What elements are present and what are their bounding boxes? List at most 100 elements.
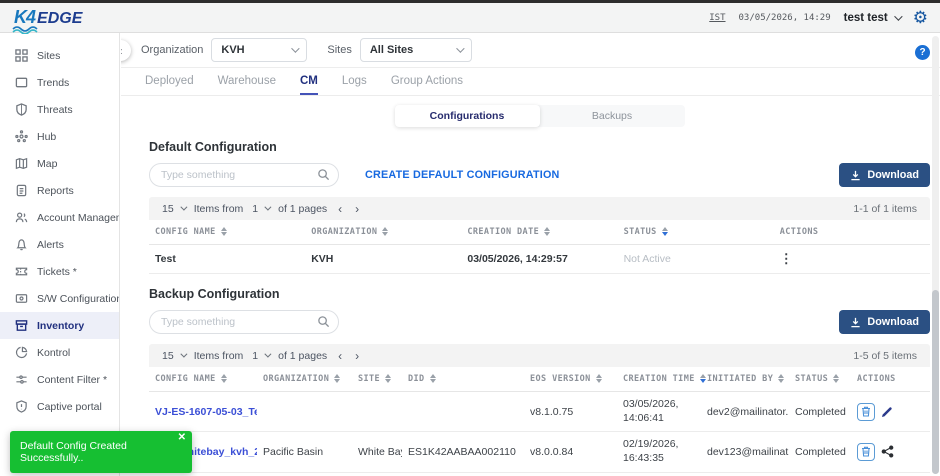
- table-row: Test KVH 03/05/2026, 14:29:57 Not Active…: [149, 245, 930, 274]
- edit-button[interactable]: [881, 406, 893, 418]
- page-size-select[interactable]: 15: [162, 203, 185, 215]
- chevron-down-icon: [456, 44, 464, 52]
- cell-initiated-by: dev123@mailinat...: [701, 432, 789, 472]
- scrollbar-thumb[interactable]: [932, 290, 939, 474]
- sidebar-nav: Sites Trends Threats Hub Map Reports Acc…: [0, 33, 120, 476]
- prev-page-button[interactable]: ‹: [336, 349, 344, 363]
- delete-button[interactable]: [857, 443, 875, 461]
- organization-value: KVH: [221, 44, 244, 56]
- cell-eos-version: v8.0.0.84: [524, 472, 617, 476]
- cell-site: [352, 392, 402, 432]
- delete-button[interactable]: [857, 403, 875, 421]
- column-did[interactable]: DID: [402, 367, 524, 392]
- sidebar-item-content-filter[interactable]: Content Filter *: [0, 366, 119, 393]
- sidebar-item-reports[interactable]: Reports: [0, 177, 119, 204]
- gear-icon[interactable]: ⚙: [913, 9, 928, 26]
- sidebar-item-sites[interactable]: Sites: [0, 42, 119, 69]
- sort-icon: [778, 374, 784, 383]
- vertical-scrollbar: [932, 36, 939, 474]
- column-organization[interactable]: ORGANIZATION: [305, 220, 461, 245]
- filter-sliders-icon: [15, 373, 28, 386]
- tab-group-actions[interactable]: Group Actions: [391, 68, 463, 95]
- default-config-search-input[interactable]: [149, 163, 339, 187]
- close-icon[interactable]: ✕: [178, 432, 186, 443]
- sidebar-item-hub[interactable]: Hub: [0, 123, 119, 150]
- sites-value: All Sites: [370, 44, 413, 56]
- default-config-download-button[interactable]: Download: [839, 163, 930, 187]
- sidebar-item-label: Account Management: [37, 212, 119, 224]
- column-status[interactable]: STATUS: [618, 220, 774, 245]
- page-size-value: 15: [162, 350, 174, 362]
- cell-eos-version: v8.0.0.84: [524, 432, 617, 472]
- share-button[interactable]: [881, 445, 894, 458]
- page-select[interactable]: 1: [252, 203, 269, 215]
- sidebar-item-account-management[interactable]: Account Management: [0, 204, 119, 231]
- sidebar-item-kontrol[interactable]: Kontrol: [0, 339, 119, 366]
- sidebar-item-label: Kontrol: [37, 347, 70, 359]
- cm-tab-bar: Deployed Warehouse CM Logs Group Actions: [121, 68, 940, 96]
- column-organization[interactable]: ORGANIZATION: [257, 367, 352, 392]
- sidebar-collapse-button[interactable]: ‹: [121, 40, 131, 61]
- backup-config-table: CONFIG NAME ORGANIZATION SITE DID EOS VE…: [149, 367, 930, 476]
- users-icon: [15, 211, 28, 224]
- panel-icon: [15, 76, 28, 89]
- user-menu[interactable]: test test: [844, 12, 900, 24]
- backup-config-searchbox: [149, 310, 339, 334]
- trash-icon: [861, 446, 871, 457]
- shield-alert-icon: [15, 400, 28, 413]
- config-name-link[interactable]: VJ-ES-1607-05-03_Test: [155, 406, 257, 418]
- tab-logs[interactable]: Logs: [342, 68, 367, 95]
- next-page-button[interactable]: ›: [353, 202, 361, 216]
- column-status[interactable]: STATUS: [789, 367, 851, 392]
- backup-config-search-input[interactable]: [149, 310, 339, 334]
- subtab-backups[interactable]: Backups: [540, 105, 685, 127]
- shield-icon: [15, 103, 28, 116]
- column-site[interactable]: SITE: [352, 367, 402, 392]
- sidebar-item-label: Map: [37, 158, 57, 170]
- tab-deployed[interactable]: Deployed: [145, 68, 194, 95]
- hub-icon: [15, 130, 28, 143]
- sidebar-item-captive-portal[interactable]: Captive portal: [0, 393, 119, 420]
- page-select[interactable]: 1: [252, 350, 269, 362]
- create-default-configuration-link[interactable]: CREATE DEFAULT CONFIGURATION: [365, 169, 560, 181]
- backup-config-download-button[interactable]: Download: [839, 310, 930, 334]
- column-config-name[interactable]: CONFIG NAME: [149, 220, 305, 245]
- sidebar-item-tickets[interactable]: Tickets *: [0, 258, 119, 285]
- sidebar-item-map[interactable]: Map: [0, 150, 119, 177]
- subtab-row: Configurations Backups: [149, 105, 930, 127]
- help-icon[interactable]: ?: [915, 45, 930, 60]
- sidebar-item-threats[interactable]: Threats: [0, 96, 119, 123]
- column-creation-date[interactable]: CREATION DATE: [461, 220, 617, 245]
- timezone-toggle[interactable]: IST: [709, 13, 725, 23]
- next-page-button[interactable]: ›: [353, 349, 361, 363]
- subtab-configurations[interactable]: Configurations: [395, 105, 540, 127]
- tab-warehouse[interactable]: Warehouse: [218, 68, 276, 95]
- items-range-label: 1-5 of 5 items: [853, 350, 917, 362]
- page-size-select[interactable]: 15: [162, 350, 185, 362]
- cell-eos-version: v8.1.0.75: [524, 392, 617, 432]
- column-eos-version[interactable]: EOS VERSION: [524, 367, 617, 392]
- configurations-backups-toggle: Configurations Backups: [395, 105, 685, 127]
- of-pages-label: of 1 pages: [278, 203, 327, 215]
- cell-status: Not Active: [618, 245, 774, 274]
- search-icon: [317, 168, 330, 181]
- kebab-menu-icon[interactable]: ⋮: [780, 251, 793, 266]
- prev-page-button[interactable]: ‹: [336, 202, 344, 216]
- sidebar-item-trends[interactable]: Trends: [0, 69, 119, 96]
- sidebar-item-inventory[interactable]: Inventory: [0, 312, 119, 339]
- cell-creation-date: 03/05/2026, 14:29:57: [461, 245, 617, 274]
- column-creation-time[interactable]: CREATION TIME: [617, 367, 701, 392]
- tab-cm[interactable]: CM: [300, 68, 318, 95]
- organization-select[interactable]: KVH: [211, 38, 307, 62]
- sidebar-item-sw-configuration[interactable]: S/W Configuration: [0, 285, 119, 312]
- sort-icon-active: [662, 227, 668, 236]
- logo-wave-icon: [12, 26, 42, 34]
- column-config-name[interactable]: CONFIG NAME: [149, 367, 257, 392]
- sidebar-item-label: Captive portal: [37, 401, 102, 413]
- cell-initiated-by: dev123@mailinat...: [701, 472, 789, 476]
- sidebar-item-alerts[interactable]: Alerts: [0, 231, 119, 258]
- cell-creation-time: 02/19/2026,16:43:35: [617, 432, 701, 472]
- column-initiated-by[interactable]: INITIATED BY: [701, 367, 789, 392]
- logo-edge-text: EDGE: [37, 10, 82, 28]
- sites-select[interactable]: All Sites: [360, 38, 472, 62]
